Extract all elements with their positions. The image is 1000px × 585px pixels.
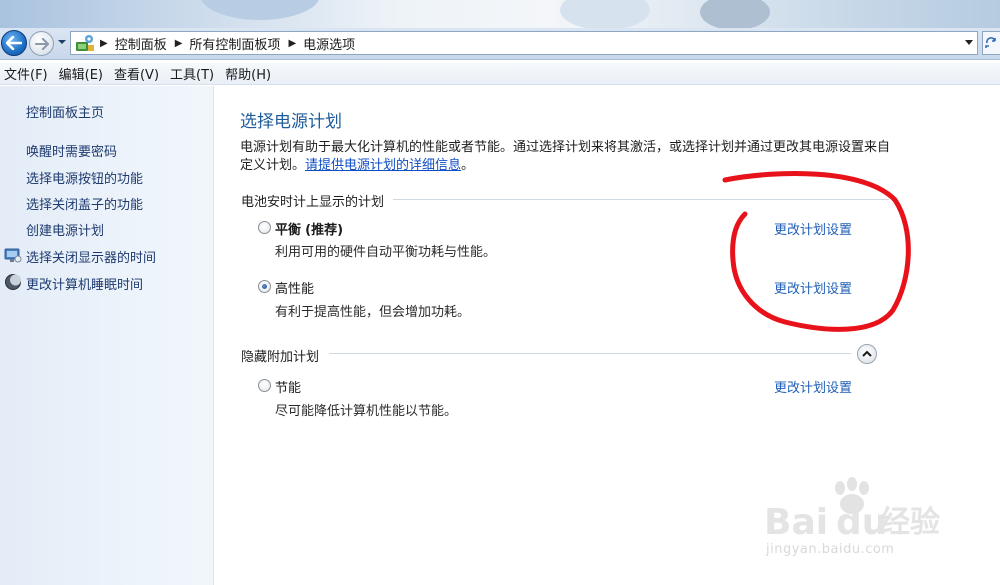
arrow-right-icon [34,37,49,50]
description-end: 。 [461,158,475,173]
plan-power-saver-name[interactable]: 节能 [275,377,301,396]
breadcrumb-all-items[interactable]: 所有控制面板项 [189,34,280,53]
plan-balanced-description: 利用可用的硬件自动平衡功耗与性能。 [275,245,497,260]
control-panel-icon [76,35,94,51]
refresh-icon [984,37,996,48]
page-description: 电源计划有助于最大化计算机的性能或者节能。通过选择计划来将其激活，或选择计划并通… [240,139,900,175]
plan-high-performance-name[interactable]: 高性能 [275,278,314,297]
sidebar-item-create-plan[interactable]: 创建电源计划 [26,220,104,239]
collapse-hidden-plans-button[interactable] [857,344,877,364]
watermark-brand: Bai [764,502,828,543]
menu-bar: 文件(F) 编辑(E) 查看(V) 工具(T) 帮助(H) [0,63,1000,85]
plan-high-performance-description: 有利于提高性能，但会增加功耗。 [275,305,471,320]
monitor-icon [4,248,22,263]
group-divider [329,353,851,354]
breadcrumb-power-options[interactable]: 电源选项 [303,34,355,53]
plan-power-saver-change-settings-link[interactable]: 更改计划设置 [774,377,852,396]
watermark-brand-cn: 经验 [880,505,940,540]
sidebar-item-display-off[interactable]: 选择关闭显示器的时间 [26,247,156,266]
sidebar-item-lid-close[interactable]: 选择关闭盖子的功能 [26,194,143,213]
background-blur [200,0,320,20]
group-divider [393,199,889,200]
plan-power-saver-description: 尽可能降低计算机性能以节能。 [275,404,458,419]
arrow-left-icon [6,36,22,50]
plan-balanced-change-settings-link[interactable]: 更改计划设置 [774,219,852,238]
plan-balanced-tag: (推荐) [305,223,344,238]
breadcrumb-separator-icon[interactable]: ▶ [100,38,108,49]
plan-high-performance-change-settings-link[interactable]: 更改计划设置 [774,278,852,297]
navigation-bar: ▶ 控制面板 ▶ 所有控制面板项 ▶ 电源选项 [0,28,1000,60]
refresh-button[interactable] [982,31,1000,55]
breadcrumb: ▶ 控制面板 ▶ 所有控制面板项 ▶ 电源选项 [100,34,355,53]
background-blur [700,0,770,30]
menu-help[interactable]: 帮助(H) [221,64,278,83]
plan-details-link[interactable]: 请提供电源计划的详细信息 [305,158,461,173]
background-blur [560,0,650,30]
page-title: 选择电源计划 [240,112,342,132]
task-pane: 控制面板主页 唤醒时需要密码 选择电源按钮的功能 选择关闭盖子的功能 创建电源计… [0,86,214,585]
plan-balanced-name[interactable]: 平衡 (推荐) [275,219,343,238]
breadcrumb-separator-icon[interactable]: ▶ [175,38,183,49]
menu-file[interactable]: 文件(F) [0,64,55,83]
watermark-url: jingyan.baidu.com [766,542,895,557]
menu-view[interactable]: 查看(V) [110,64,166,83]
plan-balanced-title: 平衡 [275,223,302,238]
sidebar-item-power-button[interactable]: 选择电源按钮的功能 [26,168,143,187]
sidebar-item-control-panel-home[interactable]: 控制面板主页 [26,102,104,121]
back-button[interactable] [1,30,27,56]
address-bar[interactable]: ▶ 控制面板 ▶ 所有控制面板项 ▶ 电源选项 [70,31,978,55]
plan-balanced-radio[interactable] [258,221,271,234]
chevron-up-icon [862,350,872,357]
menu-edit[interactable]: 编辑(E) [55,64,110,83]
breadcrumb-separator-icon[interactable]: ▶ [288,38,296,49]
moon-icon [5,274,21,290]
battery-plans-heading: 电池安时计上显示的计划 [241,195,385,210]
sidebar-item-sleep-time[interactable]: 更改计算机睡眠时间 [26,274,143,293]
breadcrumb-control-panel[interactable]: 控制面板 [115,34,167,53]
plan-power-saver-radio[interactable] [258,379,271,392]
address-dropdown-icon[interactable] [965,40,973,45]
recent-pages-dropdown[interactable] [57,37,67,47]
plan-high-performance-radio[interactable] [258,280,271,293]
hidden-plans-heading: 隐藏附加计划 [241,350,320,365]
sidebar-item-wake-password[interactable]: 唤醒时需要密码 [26,141,117,160]
menu-tools[interactable]: 工具(T) [166,64,221,83]
forward-button[interactable] [29,31,54,56]
